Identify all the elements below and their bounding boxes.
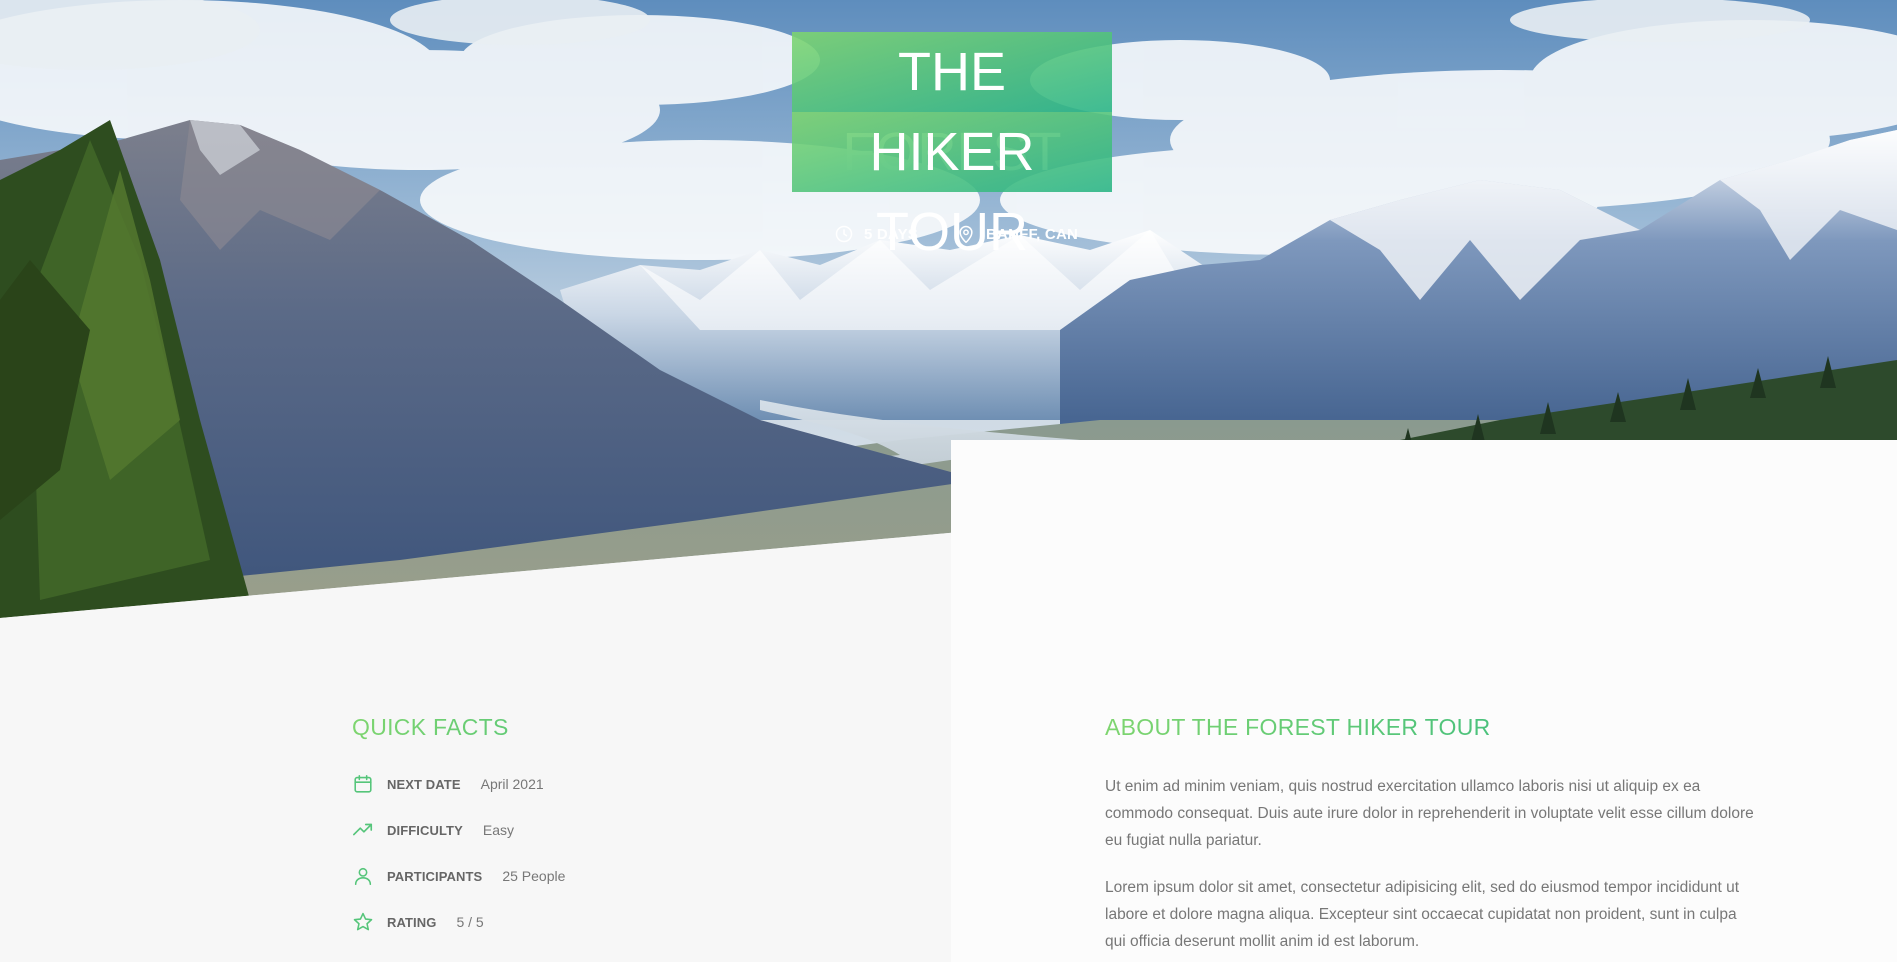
tour-title-line-1: THE FOREST <box>792 32 1112 182</box>
trending-up-icon <box>352 819 374 841</box>
tour-location: BANFF, CAN <box>956 224 1078 244</box>
quick-facts-section: QUICK FACTS NEXT DATE April 2021 DIFFICU… <box>352 714 852 955</box>
fact-value: 5 / 5 <box>456 914 484 930</box>
about-paragraph-1: Ut enim ad minim veniam, quis nostrud ex… <box>1105 778 1754 849</box>
tour-title: THE FOREST HIKER TOUR <box>792 32 1112 262</box>
fact-label: DIFFICULTY <box>387 822 463 838</box>
tour-meta: 5 DAYS BANFF, CAN <box>834 222 1078 246</box>
about-section: ABOUT THE FOREST HIKER TOUR Ut enim ad m… <box>1105 714 1755 955</box>
map-pin-icon <box>956 224 976 244</box>
user-icon <box>352 865 374 887</box>
fact-value: Easy <box>482 822 514 838</box>
tour-title-line-2: HIKER TOUR <box>792 112 1112 262</box>
fact-label: PARTICIPANTS <box>387 868 483 884</box>
tour-duration: 5 DAYS <box>834 224 918 244</box>
about-paragraph-2: Lorem ipsum dolor sit amet, consectetur … <box>1105 879 1740 950</box>
fact-value: April 2021 <box>480 776 544 792</box>
about-text: Ut enim ad minim veniam, quis nostrud ex… <box>1105 773 1755 955</box>
calendar-icon <box>352 773 374 795</box>
fact-label: NEXT DATE <box>387 776 461 792</box>
fact-participants: PARTICIPANTS 25 People <box>352 863 852 889</box>
fact-rating: RATING 5 / 5 <box>352 909 852 935</box>
quick-facts-heading: QUICK FACTS <box>352 714 852 741</box>
fact-difficulty: DIFFICULTY Easy <box>352 817 852 843</box>
fact-value: 25 People <box>502 868 566 884</box>
clock-icon <box>834 224 854 244</box>
tour-duration-text: 5 DAYS <box>864 225 919 243</box>
fact-label: RATING <box>387 914 437 930</box>
star-icon <box>352 911 374 933</box>
fact-next-date: NEXT DATE April 2021 <box>352 771 852 797</box>
quick-facts-list: NEXT DATE April 2021 DIFFICULTY Easy PAR… <box>352 771 852 935</box>
tour-location-text: BANFF, CAN <box>986 225 1079 243</box>
about-heading: ABOUT THE FOREST HIKER TOUR <box>1105 714 1755 741</box>
tour-page: THE FOREST HIKER TOUR 5 DAYS <box>0 0 1897 962</box>
